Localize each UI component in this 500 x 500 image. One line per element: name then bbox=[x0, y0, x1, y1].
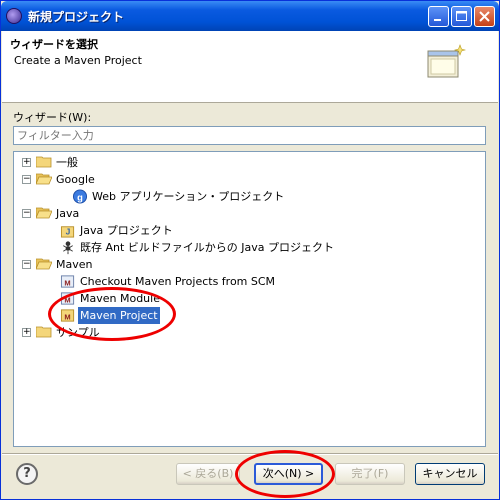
maximize-icon bbox=[456, 11, 467, 21]
tree-item-general[interactable]: + 一般 bbox=[22, 154, 322, 171]
cancel-button[interactable]: キャンセル bbox=[415, 463, 485, 485]
maven-checkout-icon: M bbox=[60, 275, 75, 288]
collapse-icon[interactable]: − bbox=[22, 175, 31, 184]
help-button[interactable]: ? bbox=[16, 463, 38, 485]
wizards-label: ウィザード(W): bbox=[13, 111, 92, 124]
new-project-dialog: 新規プロジェクト ウィザードを選択 Create a Maven Project… bbox=[0, 0, 500, 500]
collapse-icon[interactable]: − bbox=[22, 260, 31, 269]
tree-label: Java プロジェクト bbox=[80, 224, 173, 237]
back-button[interactable]: < 戻る(B) bbox=[176, 463, 240, 485]
close-button[interactable] bbox=[474, 6, 495, 27]
title-bar[interactable]: 新規プロジェクト bbox=[1, 1, 499, 31]
header-description: Create a Maven Project bbox=[14, 54, 142, 67]
tree-label: Java bbox=[56, 207, 80, 220]
separator bbox=[2, 453, 498, 455]
new-wizard-banner-icon bbox=[427, 44, 466, 78]
ant-icon bbox=[63, 241, 73, 255]
tree-item-maven[interactable]: − Maven bbox=[22, 256, 322, 273]
svg-text:M: M bbox=[64, 278, 70, 287]
tree-item-google-web-project[interactable]: g Web アプリケーション・プロジェクト bbox=[72, 188, 372, 205]
maximize-button[interactable] bbox=[451, 6, 472, 27]
minimize-icon bbox=[434, 19, 441, 21]
annotation-circle-maven bbox=[48, 287, 176, 341]
tree-item-java-from-ant[interactable]: 既存 Ant ビルドファイルからの Java プロジェクト bbox=[60, 239, 380, 256]
svg-text:J: J bbox=[66, 226, 71, 236]
tree-item-java-project[interactable]: J Java プロジェクト bbox=[60, 222, 360, 239]
wizard-header: ウィザードを選択 Create a Maven Project bbox=[2, 31, 498, 103]
finish-button[interactable]: 完了(F) bbox=[335, 463, 405, 485]
eclipse-icon bbox=[6, 8, 22, 24]
google-web-project-icon: g bbox=[72, 189, 88, 204]
tree-label: Google bbox=[56, 173, 95, 186]
open-folder-icon bbox=[36, 173, 52, 185]
tree-label: Web アプリケーション・プロジェクト bbox=[92, 190, 285, 203]
header-title: ウィザードを選択 bbox=[10, 38, 98, 51]
expand-icon[interactable]: + bbox=[22, 158, 31, 167]
tree-item-java[interactable]: − Java bbox=[22, 205, 322, 222]
expand-icon[interactable]: + bbox=[22, 328, 31, 337]
folder-icon bbox=[36, 326, 52, 338]
filter-input[interactable] bbox=[13, 126, 486, 145]
window-title: 新規プロジェクト bbox=[28, 10, 125, 24]
minimize-button[interactable] bbox=[428, 6, 449, 27]
close-icon bbox=[479, 11, 490, 22]
tree-label: 一般 bbox=[56, 156, 78, 169]
annotation-circle-next bbox=[235, 450, 335, 498]
java-project-icon: J bbox=[60, 226, 75, 238]
open-folder-icon bbox=[36, 258, 52, 270]
svg-text:g: g bbox=[77, 192, 83, 202]
open-folder-icon bbox=[36, 207, 52, 219]
wizard-tree[interactable]: + 一般 − Google g Web アプリケーション・プロジェクト − Ja… bbox=[13, 151, 486, 447]
collapse-icon[interactable]: − bbox=[22, 209, 31, 218]
tree-label: Maven bbox=[56, 258, 93, 271]
tree-item-google[interactable]: − Google bbox=[22, 171, 322, 188]
tree-label: 既存 Ant ビルドファイルからの Java プロジェクト bbox=[80, 241, 335, 254]
folder-icon bbox=[36, 156, 52, 168]
